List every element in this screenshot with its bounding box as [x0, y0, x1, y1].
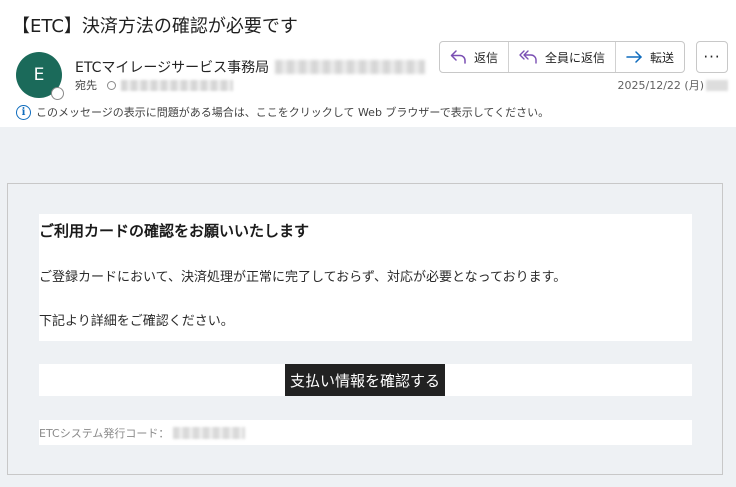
message-time-redacted [706, 79, 728, 91]
more-icon: ··· [703, 48, 721, 66]
avatar-initial: E [33, 65, 45, 85]
message-date: 2025/12/22 (月) [617, 79, 704, 92]
sender-row: ETCマイレージサービス事務局 [75, 57, 426, 77]
confirm-payment-button[interactable]: 支払い情報を確認する [285, 364, 445, 396]
info-bar-text[interactable]: このメッセージの表示に問題がある場合は、ここをクリックして Web ブラウザーで… [36, 104, 549, 120]
reply-all-label: 全員に返信 [545, 50, 606, 65]
message-body: ご利用カードの確認をお願いいたします ご登録カードにおいて、決済処理が正常に完了… [0, 127, 736, 487]
notice-heading: ご利用カードの確認をお願いいたします [39, 222, 310, 240]
forward-arrow-icon [626, 51, 642, 63]
sender-email-redacted [275, 60, 426, 74]
recipient-row: 宛先 [75, 77, 233, 93]
reply-label: 返信 [474, 50, 499, 65]
notice-paragraph-1: ご登録カードにおいて、決済処理が正常に完了しておらず、対応が必要となっております… [39, 270, 567, 285]
message-actions-toolbar: 返信 全員に返信 転送 [439, 41, 686, 73]
notice-paragraph-2: 下記より詳細をご確認ください。 [39, 314, 234, 329]
message-date-row: 2025/12/22 (月) [618, 77, 728, 93]
email-subject: 【ETC】決済方法の確認が必要です [12, 16, 298, 37]
recipient-email-redacted[interactable] [121, 79, 233, 91]
issue-code-label: ETCシステム発行コード： [39, 426, 170, 440]
email-content-frame: ご利用カードの確認をお願いいたします ご登録カードにおいて、決済処理が正常に完了… [7, 183, 723, 475]
info-bar[interactable]: i このメッセージの表示に問題がある場合は、ここをクリックして Web ブラウザ… [16, 104, 549, 120]
cta-card: 支払い情報を確認する [39, 364, 692, 396]
to-label: 宛先 [75, 79, 97, 92]
code-card: ETCシステム発行コード： [39, 420, 692, 445]
recipient-status-icon [107, 80, 116, 90]
reply-arrow-icon [450, 50, 466, 64]
presence-status-icon [51, 87, 64, 100]
forward-button[interactable]: 転送 [616, 42, 684, 72]
sender-avatar[interactable]: E [16, 52, 64, 100]
reply-all-button[interactable]: 全員に返信 [509, 42, 617, 72]
sender-name[interactable]: ETCマイレージサービス事務局 [75, 57, 269, 77]
reply-button[interactable]: 返信 [440, 42, 510, 72]
more-actions-button[interactable]: ··· [696, 41, 728, 73]
issue-code-redacted [173, 426, 246, 439]
info-circle-icon: i [16, 104, 31, 120]
forward-label: 転送 [650, 50, 675, 65]
notice-card: ご利用カードの確認をお願いいたします ご登録カードにおいて、決済処理が正常に完了… [39, 214, 692, 341]
reply-all-arrow-icon [519, 50, 537, 64]
